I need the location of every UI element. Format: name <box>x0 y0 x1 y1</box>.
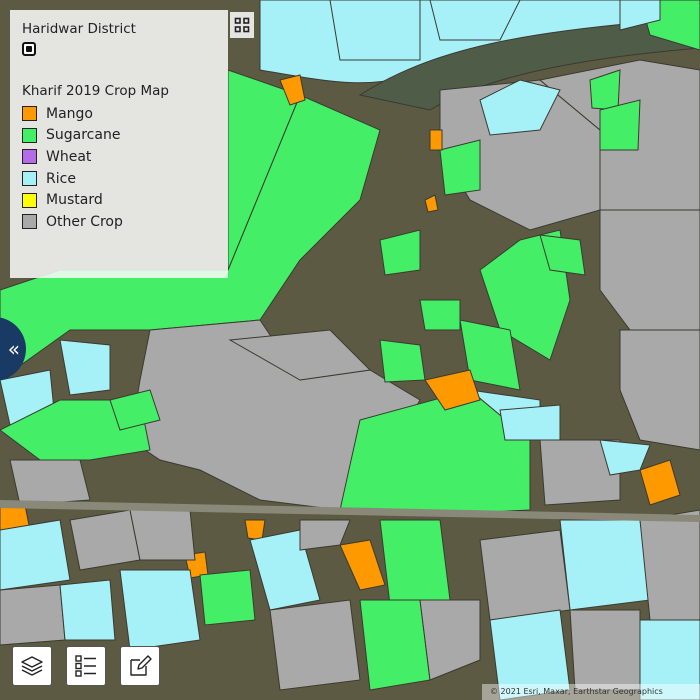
layers-icon <box>21 656 43 676</box>
crop-map-title: Kharif 2019 Crop Map <box>22 83 169 99</box>
legend-item-other-crop: Other Crop <box>22 211 216 233</box>
parcel <box>569 609 641 691</box>
legend-label: Mustard <box>46 192 103 209</box>
edit-button[interactable] <box>120 646 160 686</box>
legend-label: Sugarcane <box>46 127 121 144</box>
parcel <box>429 129 443 151</box>
list-icon <box>75 655 96 677</box>
legend-item-rice: Rice <box>22 168 216 190</box>
legend-label: Mango <box>46 105 93 122</box>
wheat-swatch <box>22 149 37 165</box>
legend-label: Wheat <box>46 148 92 165</box>
parcel <box>244 519 266 541</box>
district-label: Haridwar District <box>22 21 136 37</box>
rice-swatch <box>22 171 37 187</box>
parcel <box>379 339 426 383</box>
parcel <box>129 509 196 561</box>
legend-label: Other Crop <box>46 213 123 230</box>
parcel <box>479 529 571 621</box>
parcel <box>69 509 141 571</box>
parcel <box>59 579 116 641</box>
legend-items: Mango Sugarcane Wheat Rice Mustard Other… <box>22 103 216 233</box>
layers-button[interactable] <box>12 646 52 686</box>
parcel <box>119 569 201 651</box>
double-chevron-left-icon: « <box>7 337 20 361</box>
parcel <box>199 569 256 626</box>
legend-item-mango: Mango <box>22 103 216 125</box>
parcel <box>499 404 561 441</box>
legend-item-mustard: Mustard <box>22 189 216 211</box>
parcel <box>9 459 91 506</box>
parcel <box>269 599 361 691</box>
parcel <box>639 509 700 621</box>
parcel <box>379 519 451 606</box>
crop-legend-panel: Haridwar District Kharif 2019 Crop Map M… <box>10 10 228 278</box>
grid-icon <box>234 17 250 33</box>
parcel <box>439 139 481 196</box>
parcel <box>419 299 461 331</box>
mango-swatch <box>22 106 37 122</box>
edit-icon <box>130 655 152 676</box>
legend-label: Rice <box>46 170 76 187</box>
legend-item-wheat: Wheat <box>22 146 216 168</box>
parcel <box>359 599 431 691</box>
parcel <box>0 519 71 591</box>
parcel <box>329 0 421 61</box>
other-crop-swatch <box>22 214 37 230</box>
mustard-swatch <box>22 192 37 208</box>
district-toggle-checkbox[interactable] <box>22 42 36 56</box>
map-attribution: © 2021 Esri, Maxar, Earthstar Geographic… <box>482 684 700 700</box>
sugarcane-swatch <box>22 127 37 143</box>
list-button[interactable] <box>66 646 106 686</box>
grid-view-button[interactable] <box>230 12 254 38</box>
legend-item-sugarcane: Sugarcane <box>22 125 216 147</box>
parcel <box>0 584 66 646</box>
parcel <box>559 519 651 611</box>
